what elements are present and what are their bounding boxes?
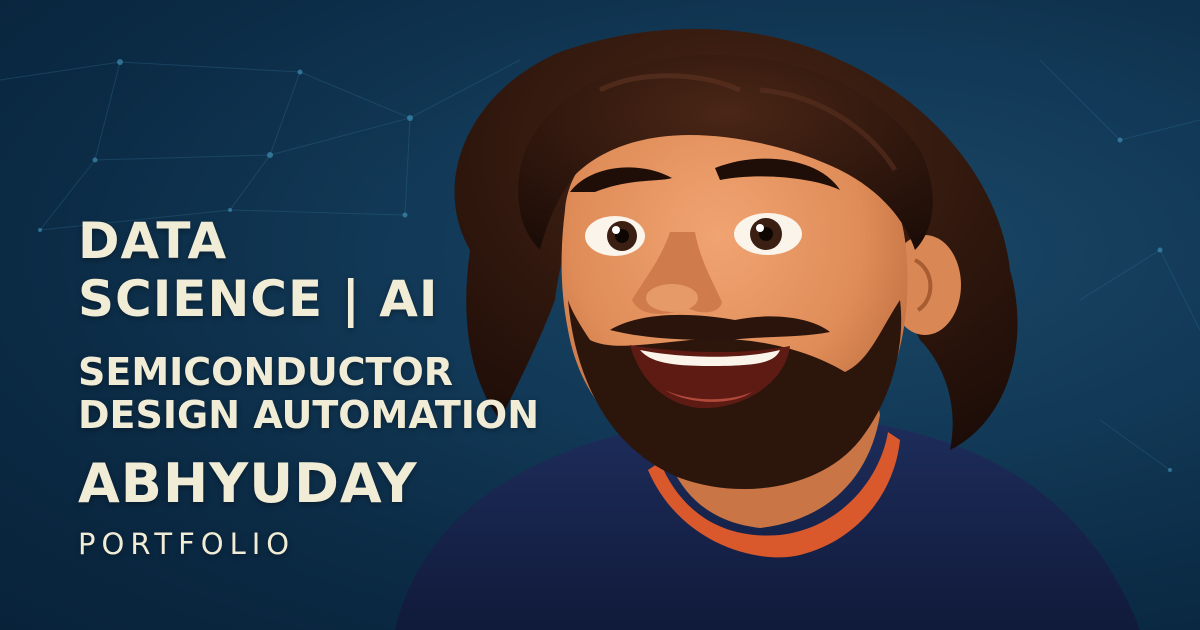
portfolio-subtitle: PORTFOLIO <box>78 527 296 561</box>
headline-line-3: SEMICONDUCTOR <box>78 350 454 394</box>
headline-line-2: SCIENCE | AI <box>78 270 439 328</box>
headline-line-4: DESIGN AUTOMATION <box>78 393 539 437</box>
portfolio-banner: DATA SCIENCE | AI SEMICONDUCTOR DESIGN A… <box>0 0 1200 630</box>
headline-line-1: DATA <box>78 212 228 270</box>
author-name: ABHYUDAY <box>78 452 418 515</box>
